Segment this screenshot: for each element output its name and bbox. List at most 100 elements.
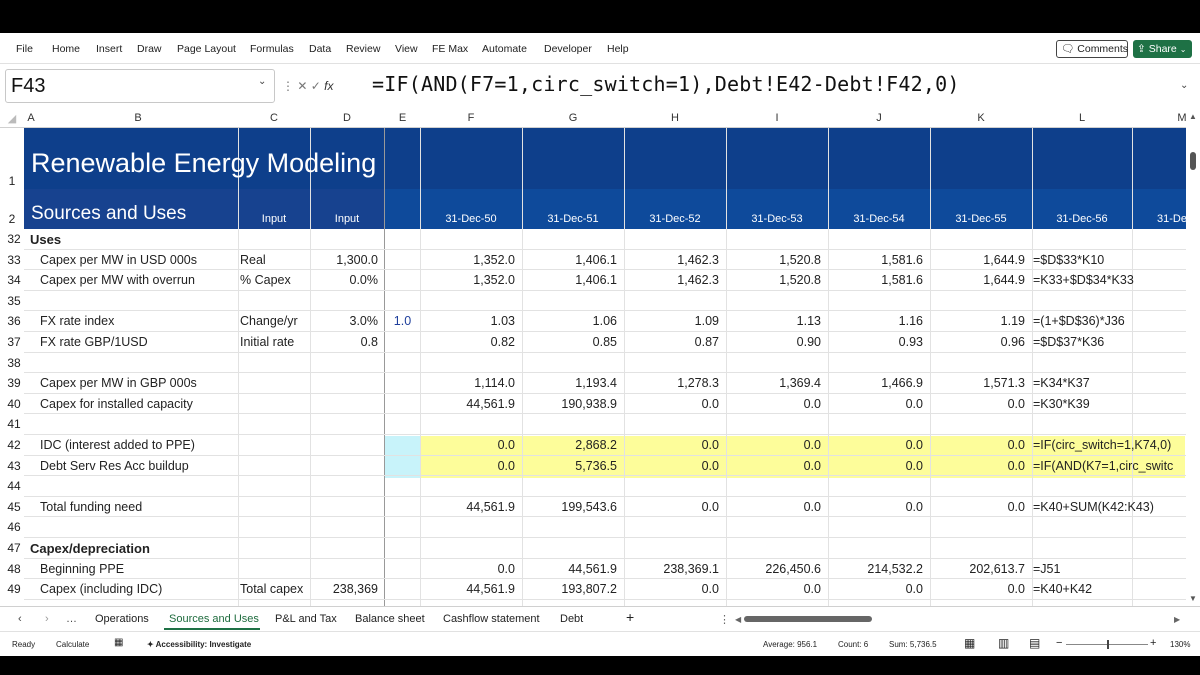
horizontal-scroll-thumb[interactable]: [744, 616, 872, 622]
value-cell-g[interactable]: 44,561.9: [522, 562, 617, 576]
row-label[interactable]: Capex per MW in USD 000s: [40, 253, 236, 267]
formula-input[interactable]: =IF(AND(F7=1,circ_switch=1),Debt!E42-Deb…: [372, 72, 960, 96]
chevron-down-icon[interactable]: ⌄: [258, 76, 266, 87]
cancel-icon[interactable]: ✕: [297, 79, 307, 93]
row-header[interactable]: 44: [3, 479, 25, 493]
value-cell-k[interactable]: 0.0: [930, 582, 1025, 596]
value-cell-g[interactable]: 1,406.1: [522, 273, 617, 287]
enter-icon[interactable]: ✓: [311, 79, 321, 93]
value-cell-h[interactable]: 0.0: [624, 500, 719, 514]
value-cell-h[interactable]: 1,278.3: [624, 376, 719, 390]
col-header-k[interactable]: K: [930, 112, 1032, 124]
value-cell-f[interactable]: 0.0: [420, 562, 515, 576]
col-header-a[interactable]: A: [24, 112, 38, 124]
col-header-i[interactable]: I: [726, 112, 828, 124]
value-cell-j[interactable]: 0.0: [828, 459, 923, 473]
row-header[interactable]: 46: [3, 520, 25, 534]
tab-sources-and-uses[interactable]: Sources and Uses: [169, 613, 259, 625]
value-cell-k[interactable]: 0.0: [930, 397, 1025, 411]
formula-cell[interactable]: =IF(circ_switch=1,K74,0): [1033, 438, 1183, 452]
normal-view-icon[interactable]: ▦: [964, 636, 975, 650]
tab-balance-sheet[interactable]: Balance sheet: [355, 613, 425, 625]
page-layout-view-icon[interactable]: ▥: [998, 636, 1009, 650]
page-break-view-icon[interactable]: ▤: [1029, 636, 1040, 650]
tab-options-icon[interactable]: ⋮: [719, 613, 730, 626]
value-cell-k[interactable]: 1,644.9: [930, 273, 1025, 287]
row-header[interactable]: 41: [3, 417, 25, 431]
zoom-out-icon[interactable]: −: [1056, 637, 1062, 649]
value-cell-k[interactable]: 202,613.7: [930, 562, 1025, 576]
menu-view[interactable]: View: [395, 43, 418, 55]
value-cell-g[interactable]: 1,193.4: [522, 376, 617, 390]
value-cell-h[interactable]: 0.0: [624, 438, 719, 452]
formula-cell[interactable]: =K33+$D$34*K33: [1033, 273, 1183, 287]
col-header-h[interactable]: H: [624, 112, 726, 124]
scroll-up-icon[interactable]: ▲: [1189, 112, 1197, 121]
select-all-corner[interactable]: ◢: [0, 112, 24, 125]
row-header[interactable]: 47: [3, 541, 25, 555]
value-cell-g[interactable]: 199,543.6: [522, 500, 617, 514]
formula-cell[interactable]: =K30*K39: [1033, 397, 1183, 411]
row-label[interactable]: Capex per MW in GBP 000s: [40, 376, 236, 390]
value-cell-i[interactable]: 0.0: [726, 459, 821, 473]
zoom-slider-knob[interactable]: [1107, 640, 1109, 649]
value-cell-j[interactable]: 1,466.9: [828, 376, 923, 390]
value-cell-i[interactable]: 0.0: [726, 397, 821, 411]
vertical-scrollbar[interactable]: ▲ ▼: [1186, 110, 1200, 606]
value-cell-h[interactable]: 1,462.3: [624, 273, 719, 287]
row-header[interactable]: 34: [3, 273, 25, 287]
value-cell-k[interactable]: 1,644.9: [930, 253, 1025, 267]
col-header-f[interactable]: F: [420, 112, 522, 124]
value-cell-f[interactable]: 0.82: [420, 335, 515, 349]
index-cell[interactable]: 1.0: [385, 314, 420, 328]
menu-insert[interactable]: Insert: [96, 43, 122, 55]
tab-next-icon[interactable]: ›: [45, 613, 49, 625]
row-header[interactable]: 43: [3, 459, 25, 473]
formula-cell[interactable]: =K40+K42: [1033, 582, 1183, 596]
menu-formulas[interactable]: Formulas: [250, 43, 294, 55]
value-cell-h[interactable]: 0.87: [624, 335, 719, 349]
scroll-thumb[interactable]: [1190, 152, 1196, 170]
row-header[interactable]: 33: [3, 253, 25, 267]
row-header[interactable]: 36: [3, 314, 25, 328]
add-sheet-icon[interactable]: +: [626, 609, 634, 625]
more-tabs-icon[interactable]: …: [66, 613, 77, 625]
value-cell-g[interactable]: 0.85: [522, 335, 617, 349]
section-label[interactable]: Uses: [30, 232, 230, 247]
row-label[interactable]: FX rate GBP/1USD: [40, 335, 236, 349]
value-cell-j[interactable]: 0.0: [828, 582, 923, 596]
value-cell-g[interactable]: 2,868.2: [522, 438, 617, 452]
zoom-in-icon[interactable]: +: [1150, 637, 1156, 649]
value-cell-h[interactable]: 1.09: [624, 314, 719, 328]
col-header-c[interactable]: C: [238, 112, 310, 124]
formula-cell[interactable]: =IF(AND(K7=1,circ_switc: [1033, 459, 1183, 473]
input-value-cell[interactable]: 0.0%: [310, 273, 379, 287]
value-cell-i[interactable]: 226,450.6: [726, 562, 821, 576]
value-cell-i[interactable]: 1,520.8: [726, 273, 821, 287]
input-type-cell[interactable]: Initial rate: [240, 335, 310, 349]
more-icon[interactable]: ⋮: [282, 79, 294, 93]
value-cell-j[interactable]: 0.0: [828, 500, 923, 514]
tab-cashflow-statement[interactable]: Cashflow statement: [443, 613, 540, 625]
menu-data[interactable]: Data: [309, 43, 331, 55]
value-cell-k[interactable]: 1,571.3: [930, 376, 1025, 390]
share-button[interactable]: ⇪ Share ⌄: [1133, 40, 1192, 58]
value-cell-k[interactable]: 1.19: [930, 314, 1025, 328]
input-value-cell[interactable]: 0.8: [310, 335, 378, 349]
row-label[interactable]: FX rate index: [40, 314, 236, 328]
row-header[interactable]: 38: [3, 356, 25, 370]
row-header[interactable]: 32: [3, 232, 25, 246]
row-label[interactable]: Capex (including IDC): [40, 582, 236, 596]
accessibility-status[interactable]: ✦ Accessibility: Investigate: [147, 640, 251, 649]
col-header-e[interactable]: E: [385, 112, 420, 124]
menu-developer[interactable]: Developer: [544, 43, 592, 55]
value-cell-f[interactable]: 0.0: [420, 438, 515, 452]
value-cell-j[interactable]: 0.0: [828, 438, 923, 452]
name-box[interactable]: F43: [5, 69, 275, 103]
value-cell-i[interactable]: 1,369.4: [726, 376, 821, 390]
value-cell-f[interactable]: 1,114.0: [420, 376, 515, 390]
input-type-cell[interactable]: Change/yr: [240, 314, 310, 328]
menu-file[interactable]: File: [16, 43, 33, 55]
row-header[interactable]: 39: [3, 376, 25, 390]
value-cell-f[interactable]: 1.03: [420, 314, 515, 328]
